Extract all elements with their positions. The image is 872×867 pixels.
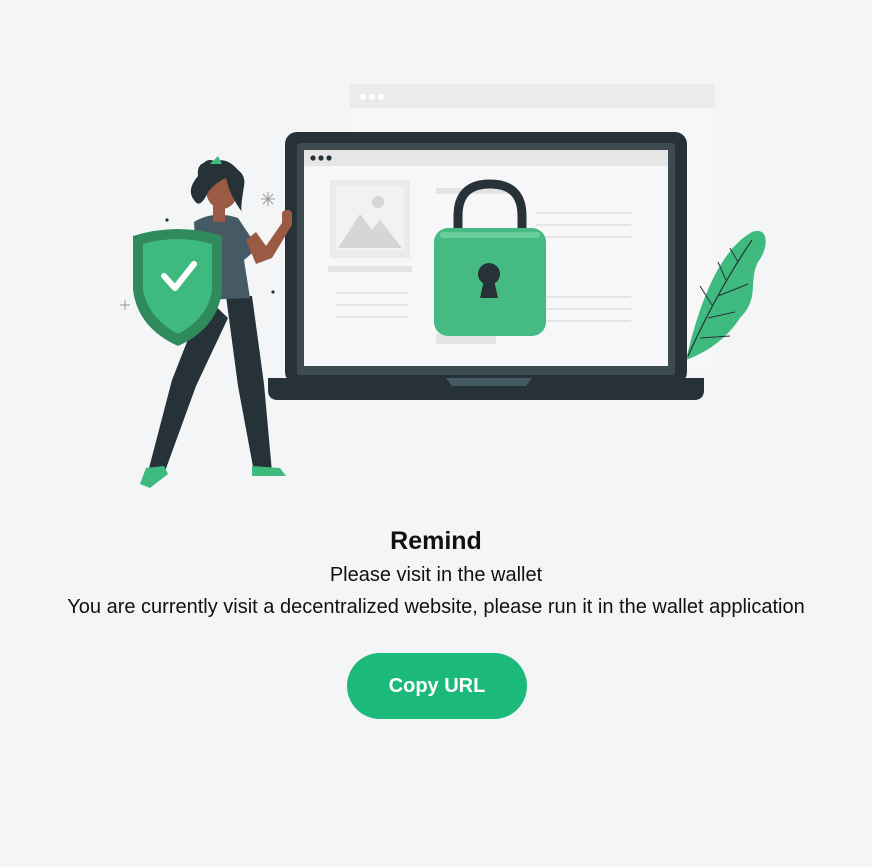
wallet-reminder-page: Remind Please visit in the wallet You ar…: [0, 0, 872, 867]
copy-url-button[interactable]: Copy URL: [347, 653, 527, 719]
dialog-title: Remind: [390, 527, 482, 555]
security-illustration: [120, 84, 766, 488]
dialog-subtitle: Please visit in the wallet: [329, 564, 543, 586]
dialog-message: You are currently visit a decentralized …: [67, 596, 805, 618]
